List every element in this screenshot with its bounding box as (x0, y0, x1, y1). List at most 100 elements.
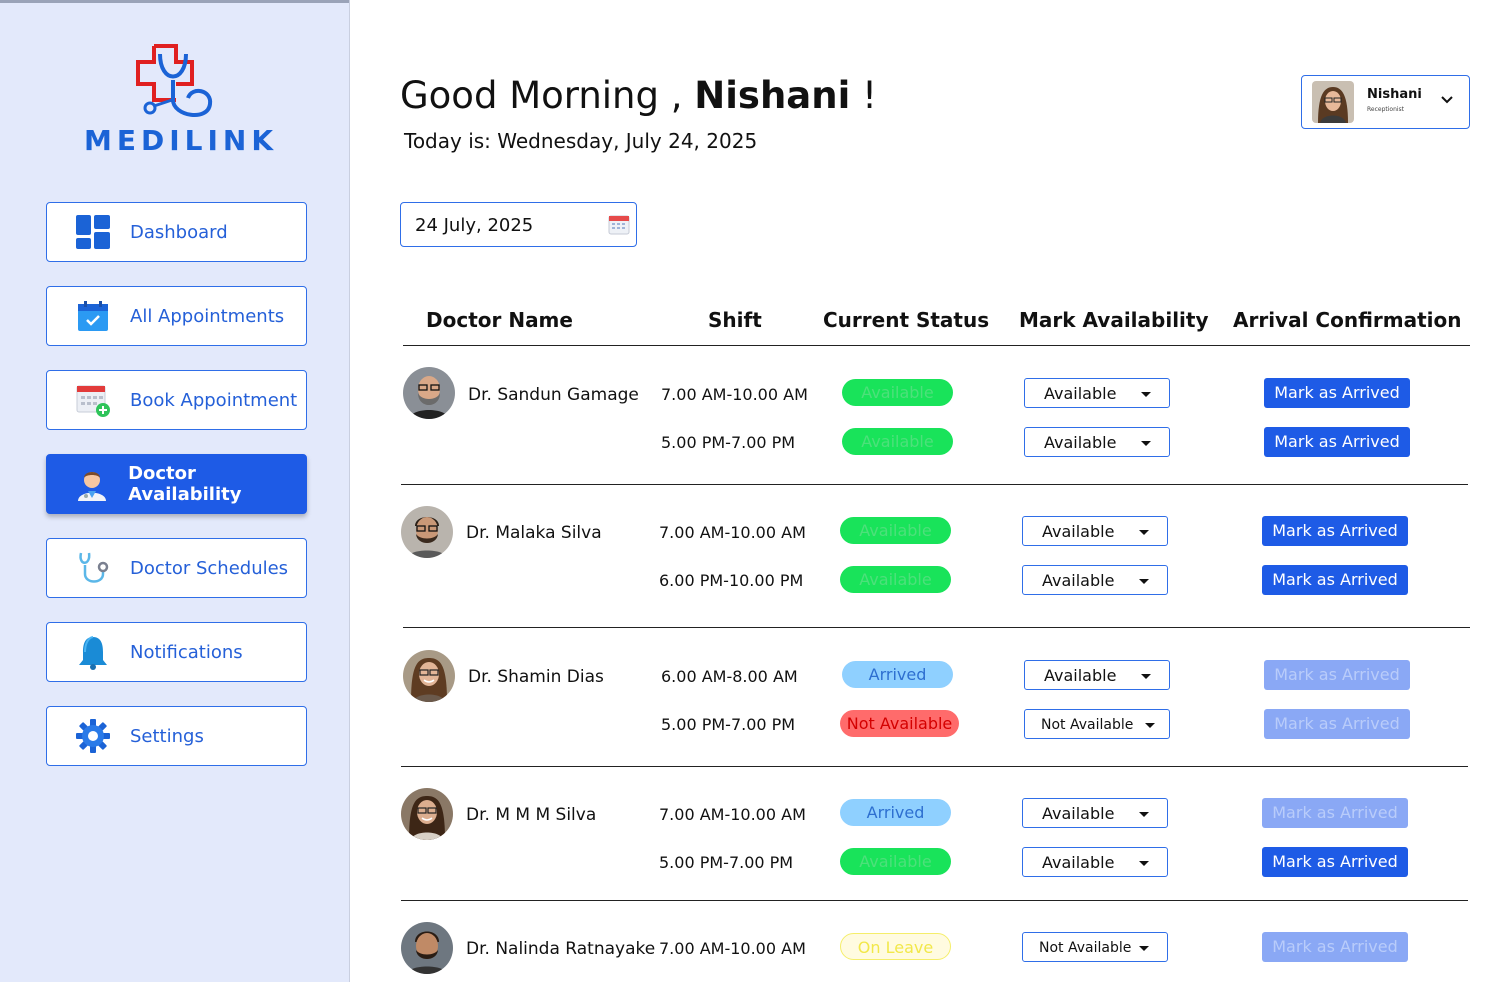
availability-select[interactable]: Available (1024, 660, 1170, 690)
calendar-add-icon (74, 381, 112, 419)
shift-time: 5.00 PM-7.00 PM (659, 853, 794, 872)
sidebar-item-doctor-availability[interactable]: Doctor Availability (46, 454, 307, 514)
status-badge: Not Available (840, 710, 959, 737)
column-header-shift: Shift (708, 308, 762, 332)
availability-select[interactable]: Not Available (1024, 709, 1170, 739)
caret-down-icon (1139, 579, 1149, 584)
row-divider (403, 627, 1470, 628)
sidebar-item-label: Doctor Availability (128, 463, 242, 505)
mark-as-arrived-button[interactable]: Mark as Arrived (1262, 932, 1408, 962)
shift-time: 7.00 AM-10.00 AM (661, 385, 808, 404)
mark-as-arrived-button[interactable]: Mark as Arrived (1264, 427, 1410, 457)
caret-down-icon (1139, 812, 1149, 817)
status-badge: Arrived (842, 661, 953, 688)
medical-cross-stethoscope-icon (136, 44, 213, 117)
date-picker[interactable]: 24 July, 2025 (400, 202, 637, 247)
availability-select[interactable]: Not Available (1022, 932, 1168, 962)
avatar (1312, 81, 1354, 123)
sidebar-item-dashboard[interactable]: Dashboard (46, 202, 307, 262)
user-profile-dropdown[interactable]: Nishani Receptionist (1301, 75, 1470, 129)
greeting-suffix: ! (862, 74, 877, 117)
shift-time: 6.00 PM-10.00 PM (659, 571, 804, 590)
user-role: Receptionist (1367, 106, 1405, 113)
sidebar-item-label: Settings (130, 725, 204, 747)
avatar (403, 650, 455, 702)
caret-down-icon (1139, 946, 1149, 951)
shift-time: 7.00 AM-10.00 AM (659, 939, 806, 958)
availability-select[interactable]: Available (1022, 798, 1168, 828)
avatar (401, 922, 453, 974)
sidebar-item-all-appointments[interactable]: All Appointments (46, 286, 307, 346)
table-header-divider (403, 345, 1470, 346)
brand-logo: MEDILINK (84, 44, 274, 160)
today-date: Today is: Wednesday, July 24, 2025 (404, 129, 758, 153)
mark-as-arrived-button[interactable]: Mark as Arrived (1264, 660, 1410, 690)
date-value: 24 July, 2025 (415, 215, 534, 236)
shift-time: 5.00 PM-7.00 PM (661, 433, 796, 452)
doctor-name: Dr. Malaka Silva (466, 523, 602, 543)
availability-select[interactable]: Available (1022, 847, 1168, 877)
sidebar-item-book-appointment[interactable]: Book Appointment (46, 370, 307, 430)
caret-down-icon (1139, 861, 1149, 866)
calendar-icon[interactable] (608, 213, 630, 235)
stethoscope-icon (74, 549, 112, 587)
status-badge: Available (840, 566, 951, 593)
shift-time: 7.00 AM-10.00 AM (659, 805, 806, 824)
availability-select-value: Not Available (1041, 717, 1134, 733)
gear-icon (74, 717, 112, 755)
caret-down-icon (1139, 530, 1149, 535)
sidebar-item-notifications[interactable]: Notifications (46, 622, 307, 682)
availability-select[interactable]: Available (1024, 378, 1170, 408)
status-badge: Available (842, 379, 953, 406)
shift-time: 5.00 PM-7.00 PM (661, 715, 796, 734)
caret-down-icon (1145, 723, 1155, 728)
mark-as-arrived-button[interactable]: Mark as Arrived (1264, 378, 1410, 408)
availability-select-value: Available (1042, 804, 1115, 823)
column-header-arrival-confirmation: Arrival Confirmation (1233, 308, 1462, 332)
mark-as-arrived-button[interactable]: Mark as Arrived (1262, 847, 1408, 877)
availability-select[interactable]: Available (1024, 427, 1170, 457)
brand-name: MEDILINK (84, 124, 279, 157)
doctor-name: Dr. Shamin Dias (468, 667, 604, 687)
availability-select-value: Available (1044, 433, 1117, 452)
caret-down-icon (1141, 441, 1151, 446)
dashboard-grid-icon (74, 213, 112, 251)
mark-as-arrived-button[interactable]: Mark as Arrived (1262, 798, 1408, 828)
sidebar-item-label: All Appointments (130, 305, 285, 327)
row-divider (401, 900, 1468, 901)
bell-icon (74, 633, 112, 671)
doctor-name: Dr. Sandun Gamage (468, 385, 639, 405)
availability-select-value: Available (1042, 571, 1115, 590)
user-name: Nishani (1367, 87, 1422, 102)
mark-as-arrived-button[interactable]: Mark as Arrived (1264, 709, 1410, 739)
mark-as-arrived-button[interactable]: Mark as Arrived (1262, 516, 1408, 546)
caret-down-icon (1141, 392, 1151, 397)
status-badge: Arrived (840, 799, 951, 826)
doctor-name: Dr. M M M Silva (466, 805, 597, 825)
status-badge: Available (842, 428, 953, 455)
greeting-prefix: Good Morning , (400, 74, 683, 117)
availability-select-value: Available (1042, 522, 1115, 541)
sidebar: MEDILINK Dashboard All Appointments Book… (0, 0, 350, 982)
mark-as-arrived-button[interactable]: Mark as Arrived (1262, 565, 1408, 595)
sidebar-item-label: Dashboard (130, 221, 228, 243)
column-header-current-status: Current Status (823, 308, 990, 332)
chevron-down-icon[interactable] (1440, 92, 1454, 106)
shift-time: 7.00 AM-10.00 AM (659, 523, 806, 542)
avatar (401, 788, 453, 840)
availability-select[interactable]: Available (1022, 565, 1168, 595)
calendar-check-icon (74, 297, 112, 335)
availability-select-value: Available (1044, 384, 1117, 403)
column-header-mark-availability: Mark Availability (1019, 308, 1209, 332)
row-divider (401, 766, 1468, 767)
sidebar-item-doctor-schedules[interactable]: Doctor Schedules (46, 538, 307, 598)
availability-select[interactable]: Available (1022, 516, 1168, 546)
row-divider (401, 484, 1468, 485)
sidebar-item-label: Doctor Schedules (130, 557, 289, 579)
status-badge: Available (840, 848, 951, 875)
sidebar-item-settings[interactable]: Settings (46, 706, 307, 766)
caret-down-icon (1141, 674, 1151, 679)
doctor-name: Dr. Nalinda Ratnayake (466, 939, 656, 959)
page-greeting: Good Morning , Nishani ! (400, 74, 877, 117)
avatar (403, 367, 455, 419)
